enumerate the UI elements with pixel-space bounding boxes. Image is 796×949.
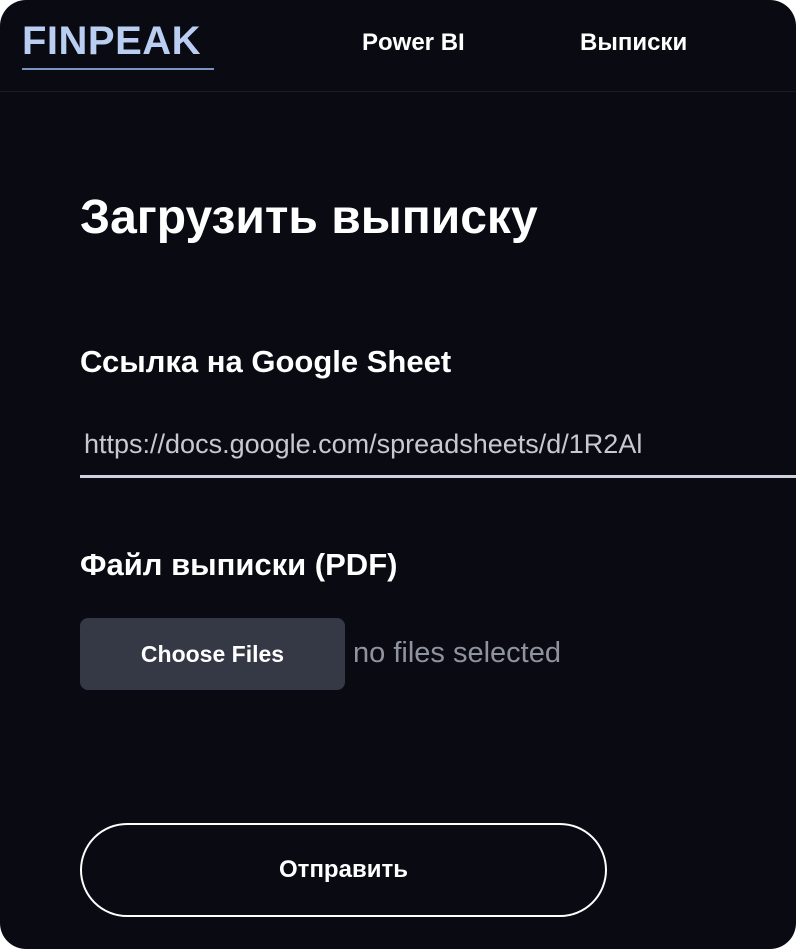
active-nav-underline [22, 68, 214, 70]
page-title: Загрузить выписку [80, 191, 538, 244]
app-window: FINPEAK Power BI Выписки Загрузить выпис… [0, 0, 796, 949]
file-selection-status: no files selected [353, 637, 561, 669]
choose-files-button[interactable]: Choose Files [80, 618, 345, 690]
top-nav: FINPEAK Power BI Выписки [0, 0, 796, 92]
pdf-file-label: Файл выписки (PDF) [80, 547, 398, 582]
google-sheet-url-input[interactable] [80, 420, 796, 478]
nav-link-power-bi[interactable]: Power BI [362, 28, 465, 58]
submit-button[interactable]: Отправить [80, 823, 607, 917]
finpeak-logo[interactable]: FINPEAK [22, 18, 201, 64]
nav-link-statements[interactable]: Выписки [580, 28, 687, 58]
google-sheet-label: Ссылка на Google Sheet [80, 344, 452, 379]
